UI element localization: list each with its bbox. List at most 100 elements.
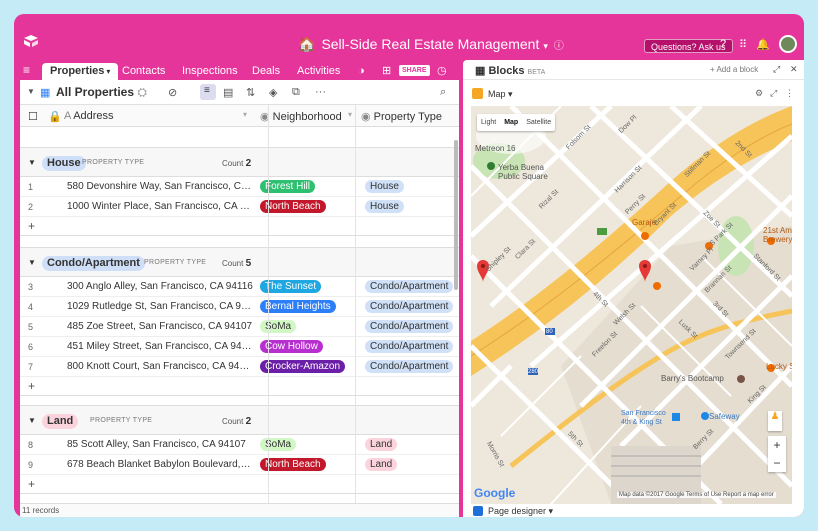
base-title[interactable]: 🏠 Sell-Side Real Estate Management ▾ ⓘ — [298, 36, 564, 53]
table-row[interactable]: 1 580 Devonshire Way, San Francisco, CA … — [20, 177, 459, 197]
map-attribution[interactable]: Map data ©2017 Google Terms of Use Repor… — [617, 492, 776, 498]
property-type-tag[interactable]: Condo/Apartment — [365, 340, 454, 353]
neighborhood-tag[interactable]: Crocker-Amazon — [260, 360, 346, 373]
views-toggle-icon[interactable]: ▼ — [27, 87, 35, 96]
collapse-arrow-icon[interactable]: ▼ — [28, 416, 36, 425]
chevron-down-icon[interactable]: ▾ — [348, 110, 352, 119]
chevron-down-icon[interactable]: ▾ — [243, 110, 247, 119]
address-cell[interactable]: 580 Devonshire Way, San Francisco, CA 94… — [67, 181, 253, 192]
zoom-in-button[interactable]: + — [768, 436, 786, 454]
property-type-tag[interactable]: House — [365, 180, 404, 193]
drag-handle-icon[interactable]: ⋮ — [785, 88, 794, 99]
neighborhood-tag[interactable]: The Sunset — [260, 280, 322, 293]
add-record-button[interactable]: + — [20, 217, 459, 235]
street-view-pegman-icon[interactable]: ♟ — [768, 411, 782, 431]
property-type-tag[interactable]: Land — [365, 458, 398, 471]
property-type-tag[interactable]: Condo/Apartment — [365, 300, 454, 313]
address-cell[interactable]: 451 Miley Street, San Francisco, CA 9412… — [67, 341, 253, 352]
add-table-icon[interactable]: ⊞ — [374, 63, 399, 80]
address-cell[interactable]: 1000 Winter Place, San Francisco, CA 941… — [67, 201, 253, 212]
table-row[interactable]: 8 85 Scott Alley, San Francisco, CA 9410… — [20, 435, 459, 455]
map-label: Brewery — [763, 235, 792, 244]
address-cell[interactable]: 678 Beach Blanket Babylon Boulevard, San… — [67, 459, 253, 470]
collapse-arrow-icon[interactable]: ▼ — [28, 158, 36, 167]
neighborhood-tag[interactable]: Bernal Heights — [260, 300, 336, 313]
column-header-neighborhood[interactable]: ◉ Neighborhood — [260, 110, 342, 123]
share-view-icon[interactable]: ⧉ — [292, 86, 300, 99]
map-block-title[interactable]: Map ▾ — [488, 89, 513, 100]
filter-button[interactable]: ≡ — [200, 84, 216, 100]
address-cell[interactable]: 485 Zoe Street, San Francisco, CA 94107 — [67, 321, 253, 332]
group-header[interactable]: ▼ House PROPERTY TYPE Count 2 — [20, 148, 459, 177]
property-type-tag[interactable]: Condo/Apartment — [365, 280, 454, 293]
group-icon[interactable]: ▤ — [223, 86, 233, 99]
search-icon[interactable]: ⌕ — [440, 86, 446, 99]
hide-fields-icon[interactable]: ⊘ — [168, 86, 177, 99]
expand-icon[interactable]: ⤢ — [773, 64, 780, 75]
column-header-address[interactable]: A Address — [64, 110, 114, 122]
group-header[interactable]: ▼ Land PROPERTY TYPE Count 2 — [20, 406, 459, 435]
property-type-tag[interactable]: Land — [365, 438, 398, 451]
tab-contacts[interactable]: Contacts — [114, 63, 173, 80]
map-type-map[interactable]: Map — [500, 114, 522, 131]
address-cell[interactable]: 85 Scott Alley, San Francisco, CA 94107 — [67, 439, 253, 450]
neighborhood-tag[interactable]: North Beach — [260, 200, 326, 213]
property-type-tag[interactable]: Condo/Apartment — [365, 320, 454, 333]
tab-deals[interactable]: Deals — [244, 63, 288, 80]
table-row[interactable]: 2 1000 Winter Place, San Francisco, CA 9… — [20, 197, 459, 217]
property-type-tag[interactable]: Condo/Apartment — [365, 360, 454, 373]
address-cell[interactable]: 800 Knott Court, San Francisco, CA 94112 — [67, 361, 253, 372]
page-designer-block[interactable]: Page designer ▾ — [473, 506, 553, 517]
address-cell[interactable]: 300 Anglo Alley, San Francisco, CA 94116 — [67, 281, 253, 292]
more-options-icon[interactable]: ··· — [315, 86, 326, 98]
grid-footer: 11 records — [20, 503, 459, 517]
zoom-out-button[interactable]: − — [768, 454, 786, 472]
table-row[interactable]: 5 485 Zoe Street, San Francisco, CA 9410… — [20, 317, 459, 337]
map-label: Safeway — [709, 412, 740, 421]
neighborhood-tag[interactable]: Cow Hollow — [260, 340, 323, 353]
group-header[interactable]: ▼ Condo/Apartment PROPERTY TYPE Count 5 — [20, 248, 459, 277]
column-header-property-type[interactable]: ◉ Property Type — [361, 110, 442, 123]
more-tabs-icon[interactable]: ◑ — [350, 63, 373, 80]
add-record-button[interactable]: + — [20, 377, 459, 395]
map-type-light[interactable]: Light — [477, 114, 500, 131]
fullscreen-icon[interactable]: ⤢ — [770, 88, 777, 99]
neighborhood-tag[interactable]: SoMa — [260, 438, 297, 451]
table-row[interactable]: 3 300 Anglo Alley, San Francisco, CA 941… — [20, 277, 459, 297]
sort-icon[interactable]: ⇅ — [246, 86, 255, 99]
collapse-arrow-icon[interactable]: ▼ — [28, 258, 36, 267]
table-row[interactable]: 7 800 Knott Court, San Francisco, CA 941… — [20, 357, 459, 377]
select-all-checkbox[interactable]: ☐ — [28, 110, 38, 123]
tab-properties[interactable]: Properties ▾ — [42, 63, 119, 80]
table-row[interactable]: 9 678 Beach Blanket Babylon Boulevard, S… — [20, 455, 459, 475]
tab-activities[interactable]: Activities — [289, 63, 348, 80]
map-block-icon — [472, 88, 483, 99]
table-row[interactable]: 6 451 Miley Street, San Francisco, CA 94… — [20, 337, 459, 357]
bell-icon[interactable]: 🔔 — [756, 38, 770, 51]
apps-grid-icon[interactable]: ⠿ — [736, 38, 750, 51]
grid-view-icon: ▦ — [40, 87, 51, 99]
color-icon[interactable]: ◈ — [269, 86, 277, 99]
group-land: ▼ Land PROPERTY TYPE Count 2 8 85 Scott … — [20, 405, 459, 494]
table-row[interactable]: 4 1029 Rutledge St, San Francisco, CA 94… — [20, 297, 459, 317]
neighborhood-tag[interactable]: North Beach — [260, 458, 326, 471]
map-canvas[interactable]: Light Map Satellite Metreon 16 Yerba Buena… — [471, 106, 792, 504]
help-icon[interactable]: ? — [716, 38, 730, 50]
address-cell[interactable]: 1029 Rutledge St, San Francisco, CA 9411… — [67, 301, 253, 312]
add-block-button[interactable]: + Add a block — [710, 65, 758, 74]
tab-inspections[interactable]: Inspections — [174, 63, 246, 80]
share-button[interactable]: SHARE — [399, 65, 430, 76]
history-icon[interactable]: ◷ — [429, 63, 455, 80]
neighborhood-tag[interactable]: SoMa — [260, 320, 297, 333]
property-type-tag[interactable]: House — [365, 200, 404, 213]
gear-icon[interactable]: ⚙ — [755, 88, 763, 99]
user-avatar[interactable] — [779, 35, 797, 53]
menu-icon[interactable]: ≡ — [23, 63, 30, 77]
airtable-logo-icon[interactable] — [24, 35, 38, 47]
add-record-button[interactable]: + — [20, 475, 459, 493]
close-icon[interactable]: ✕ — [790, 64, 798, 75]
view-name[interactable]: All Properties ⛭ — [56, 85, 147, 100]
map-type-satellite[interactable]: Satellite — [522, 114, 555, 131]
blocks-panel: ▦ Blocks BETA + Add a block ⤢ ✕ Map ▾ ⚙ ⤢… — [463, 60, 804, 517]
vertical-scrollbar[interactable] — [454, 140, 458, 290]
